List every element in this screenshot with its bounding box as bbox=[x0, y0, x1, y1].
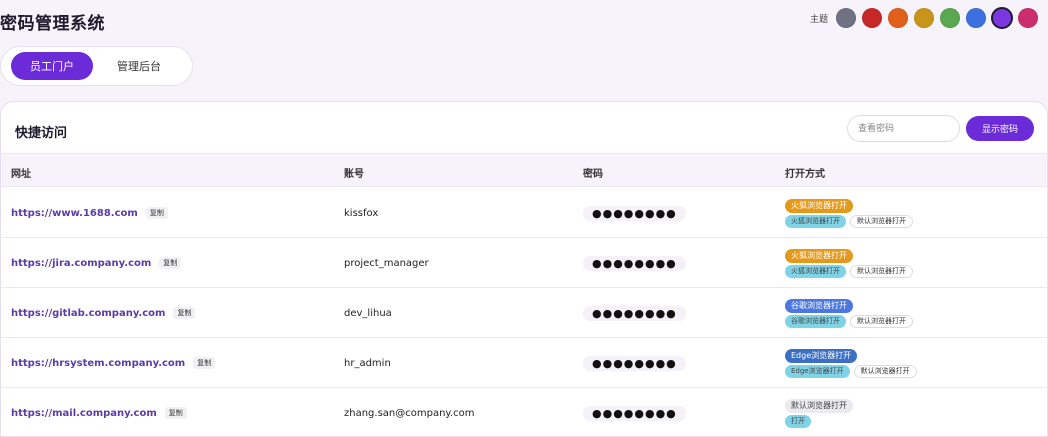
open-secondary-button[interactable]: 火狐浏览器打开 bbox=[785, 214, 846, 228]
open-method-cell: Edge浏览器打开 Edge浏览器打开 默认浏览器打开 bbox=[785, 338, 917, 388]
account-cell: kissfox bbox=[344, 188, 378, 238]
column-header-open-method: 打开方式 bbox=[785, 169, 825, 180]
table-row: https://mail.company.com 复制 zhang.san@comp… bbox=[1, 388, 1047, 436]
account-cell: hr_admin bbox=[344, 338, 391, 388]
masked-password: ●●●●●●●● bbox=[583, 305, 686, 321]
open-secondary-button[interactable]: Edge浏览器打开 bbox=[785, 364, 850, 378]
open-default-button[interactable]: 默认浏览器打开 bbox=[850, 314, 913, 328]
theme-color-swatch[interactable] bbox=[940, 8, 960, 28]
theme-color-swatch[interactable] bbox=[1018, 8, 1038, 28]
tab-employee-portal[interactable]: 员工门户 bbox=[11, 52, 93, 80]
account-value: hr_admin bbox=[344, 357, 391, 369]
account-value: zhang.san@company.com bbox=[344, 407, 475, 419]
account-cell: dev_lihua bbox=[344, 288, 392, 338]
open-primary-button[interactable]: 火狐浏览器打开 bbox=[785, 248, 853, 263]
theme-label: 主题 bbox=[809, 14, 828, 25]
table-row: https://gitlab.company.com 复制 dev_lihua ●●●… bbox=[1, 288, 1047, 338]
url-cell: https://www.1688.com 复制 bbox=[11, 188, 168, 238]
theme-color-swatch[interactable] bbox=[966, 8, 986, 28]
theme-color-swatch[interactable] bbox=[991, 7, 1013, 29]
open-method-cell: 默认浏览器打开 打开 bbox=[785, 388, 853, 436]
open-default-button[interactable]: 默认浏览器打开 bbox=[850, 214, 913, 228]
open-method-cell: 谷歌浏览器打开 谷歌浏览器打开 默认浏览器打开 bbox=[785, 288, 913, 338]
theme-switcher: 主题 bbox=[809, 7, 1038, 29]
masked-password: ●●●●●●●● bbox=[583, 355, 686, 371]
site-url-link[interactable]: https://www.1688.com bbox=[11, 208, 138, 219]
site-url-link[interactable]: https://hrsystem.company.com bbox=[11, 358, 185, 369]
table-row: https://jira.company.com 复制 project_manage… bbox=[1, 238, 1047, 288]
site-url-link[interactable]: https://mail.company.com bbox=[11, 408, 157, 419]
open-button[interactable]: 打开 bbox=[785, 414, 811, 428]
open-primary-button[interactable]: 谷歌浏览器打开 bbox=[785, 298, 853, 313]
account-value: dev_lihua bbox=[344, 307, 392, 319]
quick-access-title: 快捷访问 bbox=[15, 126, 68, 141]
site-url-link[interactable]: https://jira.company.com bbox=[11, 258, 151, 269]
open-secondary-button[interactable]: 谷歌浏览器打开 bbox=[785, 314, 846, 328]
masked-password: ●●●●●●●● bbox=[583, 255, 686, 271]
tab-admin-backend[interactable]: 管理后台 bbox=[101, 52, 177, 80]
password-cell: ●●●●●●●● bbox=[583, 338, 686, 388]
open-method-cell: 火狐浏览器打开 火狐浏览器打开 默认浏览器打开 bbox=[785, 188, 913, 238]
password-cell: ●●●●●●●● bbox=[583, 188, 686, 238]
column-header-account: 账号 bbox=[344, 169, 364, 180]
copy-button[interactable]: 复制 bbox=[173, 307, 196, 319]
theme-color-swatch[interactable] bbox=[888, 8, 908, 28]
url-cell: https://gitlab.company.com 复制 bbox=[11, 288, 196, 338]
password-cell: ●●●●●●●● bbox=[583, 388, 686, 436]
url-cell: https://jira.company.com 复制 bbox=[11, 238, 182, 288]
masked-password: ●●●●●●●● bbox=[583, 205, 686, 221]
copy-button[interactable]: 复制 bbox=[145, 207, 168, 219]
theme-color-swatch[interactable] bbox=[862, 8, 882, 28]
table-row: https://www.1688.com 复制 kissfox ●●●●●●●● 火狐浏… bbox=[1, 188, 1047, 238]
password-cell: ●●●●●●●● bbox=[583, 288, 686, 338]
show-password-button[interactable]: 显示密码 bbox=[966, 116, 1034, 141]
url-cell: https://hrsystem.company.com 复制 bbox=[11, 338, 216, 388]
column-header-url: 网址 bbox=[11, 169, 31, 180]
masked-password: ●●●●●●●● bbox=[583, 405, 686, 421]
open-primary-button[interactable]: Edge浏览器打开 bbox=[785, 348, 858, 363]
copy-button[interactable]: 复制 bbox=[164, 407, 187, 419]
column-header-password: 密码 bbox=[583, 169, 603, 180]
open-method-cell: 火狐浏览器打开 火狐浏览器打开 默认浏览器打开 bbox=[785, 238, 913, 288]
theme-color-swatch[interactable] bbox=[914, 8, 934, 28]
open-secondary-button[interactable]: 火狐浏览器打开 bbox=[785, 264, 846, 278]
theme-color-swatch[interactable] bbox=[836, 8, 856, 28]
account-value: project_manager bbox=[344, 257, 429, 269]
password-cell: ●●●●●●●● bbox=[583, 238, 686, 288]
portal-tabs: 员工门户 管理后台 bbox=[0, 46, 193, 86]
open-default-button[interactable]: 默认浏览器打开 bbox=[853, 364, 917, 378]
quick-access-card: 快捷访问 显示密码 网址 账号 密码 打开方式 https://www.1688… bbox=[0, 101, 1048, 437]
table-row: https://hrsystem.company.com 复制 hr_admin ●●… bbox=[1, 338, 1047, 388]
copy-button[interactable]: 复制 bbox=[159, 257, 182, 269]
open-default-button[interactable]: 默认浏览器打开 bbox=[785, 398, 853, 413]
account-cell: zhang.san@company.com bbox=[344, 388, 475, 436]
table-header: 网址 账号 密码 打开方式 bbox=[1, 153, 1047, 187]
open-primary-button[interactable]: 火狐浏览器打开 bbox=[785, 198, 853, 213]
open-default-button[interactable]: 默认浏览器打开 bbox=[850, 264, 913, 278]
app-title: 密码管理系统 bbox=[0, 14, 105, 34]
account-value: kissfox bbox=[344, 207, 379, 219]
account-cell: project_manager bbox=[344, 238, 429, 288]
copy-button[interactable]: 复制 bbox=[193, 357, 216, 369]
site-url-link[interactable]: https://gitlab.company.com bbox=[11, 308, 165, 319]
password-search-input[interactable] bbox=[847, 115, 960, 142]
url-cell: https://mail.company.com 复制 bbox=[11, 388, 187, 436]
